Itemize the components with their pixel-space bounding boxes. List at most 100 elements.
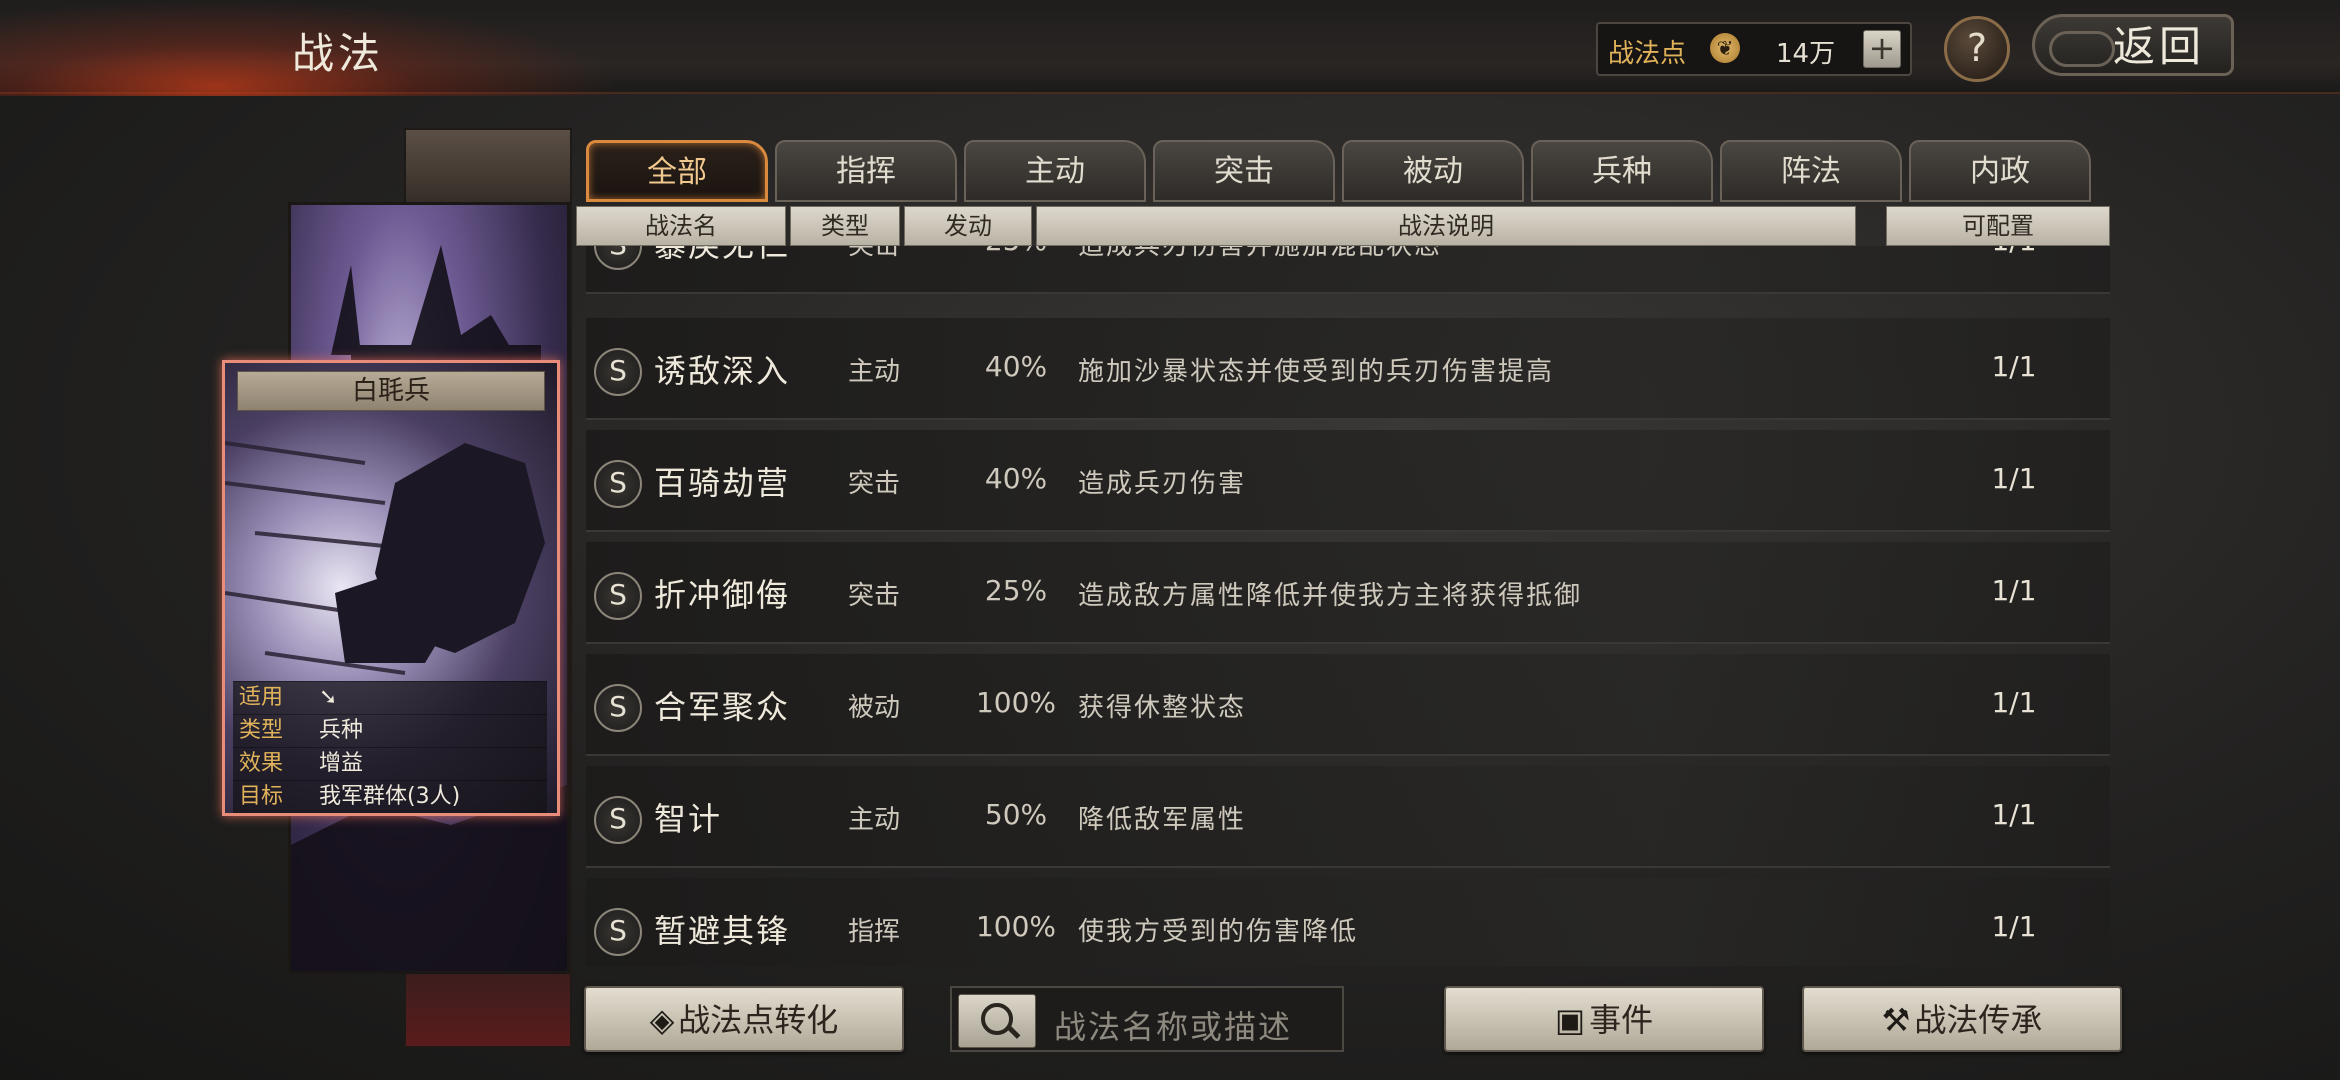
tactic-desc: 获得休整状态 (1078, 693, 1247, 723)
cavalry-art (225, 441, 545, 675)
search-input[interactable]: 战法名称或描述 (950, 986, 1344, 1052)
tactic-rate: 40% (984, 350, 1048, 383)
tactic-config: 1/1 (1991, 574, 2037, 607)
tactic-points-label: 战法点 (1608, 39, 1687, 69)
info-value: 增益 (319, 751, 364, 776)
search-icon[interactable] (958, 994, 1036, 1048)
table-row[interactable]: S 合军聚众 被动 100% 获得休整状态 1/1 (586, 654, 2110, 756)
selected-tactic-card[interactable]: 白毦兵 适用 ➘ 类型 兵种 效果 增益 目标 我军群体(3人) (222, 360, 560, 816)
tactic-type: 指挥 (848, 917, 901, 947)
table-row[interactable]: S 诱敌深入 主动 40% 施加沙暴状态并使受到的兵刃伤害提高 1/1 (586, 318, 2110, 420)
back-button[interactable]: 返回 (2032, 14, 2234, 76)
tactic-name: 暂避其锋 (654, 912, 791, 950)
tactic-type: 主动 (848, 805, 901, 835)
header-rate[interactable]: 发动 (904, 206, 1032, 246)
tactic-type: 突击 (848, 581, 901, 611)
card-info-row: 效果 增益 (233, 747, 547, 780)
tactic-type: 主动 (848, 357, 901, 387)
tactic-desc: 造成敌方属性降低并使我方主将获得抵御 (1078, 581, 1583, 611)
tactic-desc: 造成兵刃伤害 (1078, 469, 1247, 499)
tactic-points-value: 14万 (1776, 39, 1836, 69)
info-key: 类型 (239, 718, 284, 743)
search-placeholder: 战法名称或描述 (1054, 1008, 1293, 1046)
tactic-config: 1/1 (1991, 350, 2037, 383)
tactic-rate: 50% (984, 798, 1048, 831)
grade-badge: S (594, 348, 642, 396)
add-points-button[interactable]: + (1863, 30, 1901, 68)
grade-badge: S (594, 246, 642, 270)
table-header: 战法名 类型 发动 战法说明 可配置 (576, 206, 2110, 246)
card-info-row: 类型 兵种 (233, 714, 547, 747)
events-label: 事件 (1589, 1001, 1654, 1039)
hammer-icon: ⚒ (1881, 1001, 1911, 1039)
tactics-list[interactable]: S 暴戾无仁 突击 25% 造成兵刃伤害并施加混乱状态 1/1 S 诱敌深入 主… (586, 246, 2110, 966)
tactic-desc: 造成兵刃伤害并施加混乱状态 (1078, 246, 1443, 261)
tactic-rate: 100% (975, 686, 1057, 719)
back-label: 返回 (2112, 22, 2205, 71)
tab-passive[interactable]: 被动 (1342, 140, 1524, 202)
header-configurable[interactable]: 可配置 (1886, 206, 2110, 246)
tactic-config: 1/1 (1991, 686, 2037, 719)
tactic-name: 诱敌深入 (654, 352, 791, 390)
scroll-icon: ▣ (1554, 1001, 1586, 1039)
table-row[interactable]: S 百骑劫营 突击 40% 造成兵刃伤害 1/1 (586, 430, 2110, 532)
table-row[interactable]: S 暴戾无仁 突击 25% 造成兵刃伤害并施加混乱状态 1/1 (586, 246, 2110, 294)
info-key: 适用 (239, 685, 284, 710)
tab-active[interactable]: 主动 (964, 140, 1146, 202)
tactic-name: 百骑劫营 (654, 464, 791, 502)
card-name: 白毦兵 (237, 371, 545, 411)
tab-troop[interactable]: 兵种 (1531, 140, 1713, 202)
top-bar: 战法 战法点 ❦ 14万 + ? 返回 (0, 0, 2340, 96)
tactic-type: 被动 (848, 693, 901, 723)
grade-badge: S (594, 908, 642, 956)
back-swirl-icon (2049, 31, 2115, 67)
tactic-rate: 100% (975, 910, 1057, 943)
header-desc: 战法说明 (1036, 206, 1856, 246)
card-info-row: 适用 ➘ (233, 681, 547, 714)
fire-icon: ◈ (649, 1001, 675, 1039)
tactic-name: 折冲御侮 (654, 576, 791, 614)
tactic-name: 合军聚众 (654, 688, 791, 726)
tactic-points-icon: ❦ (1710, 33, 1740, 63)
header-name[interactable]: 战法名 (576, 206, 786, 246)
grade-badge: S (594, 572, 642, 620)
card-info-row: 目标 我军群体(3人) (233, 780, 547, 813)
tactic-desc: 降低敌军属性 (1078, 805, 1247, 835)
grade-badge: S (594, 460, 642, 508)
tactic-config: 1/1 (1964, 246, 2064, 257)
tab-assault[interactable]: 突击 (1153, 140, 1335, 202)
tactic-config: 1/1 (1991, 462, 2037, 495)
tab-formation[interactable]: 阵法 (1720, 140, 1902, 202)
table-row[interactable]: S 折冲御侮 突击 25% 造成敌方属性降低并使我方主将获得抵御 1/1 (586, 542, 2110, 644)
tactic-name: 暴戾无仁 (654, 246, 790, 266)
tactic-rate: 40% (984, 462, 1048, 495)
tab-all[interactable]: 全部 (586, 140, 768, 202)
header-type[interactable]: 类型 (790, 206, 900, 246)
card-info-table: 适用 ➘ 类型 兵种 效果 增益 目标 我军群体(3人) (233, 681, 547, 813)
tab-command[interactable]: 指挥 (775, 140, 957, 202)
cavalry-type-icon: ➘ (319, 685, 338, 710)
help-button[interactable]: ? (1944, 16, 2010, 82)
info-value: 我军群体(3人) (319, 784, 461, 809)
convert-points-button[interactable]: ◈ 战法点转化 (584, 986, 904, 1052)
tab-internal[interactable]: 内政 (1909, 140, 2091, 202)
page-title: 战法 (292, 29, 385, 78)
convert-label: 战法点转化 (678, 1001, 839, 1039)
table-row[interactable]: S 智计 主动 50% 降低敌军属性 1/1 (586, 766, 2110, 868)
inherit-tactic-button[interactable]: ⚒ 战法传承 (1802, 986, 2122, 1052)
table-row[interactable]: S 暂避其锋 指挥 100% 使我方受到的伤害降低 1/1 (586, 878, 2110, 966)
info-key: 目标 (239, 784, 284, 809)
tactic-config: 1/1 (1991, 798, 2037, 831)
grade-badge: S (594, 796, 642, 844)
tactic-rate: 25% (984, 574, 1048, 607)
events-button[interactable]: ▣ 事件 (1444, 986, 1764, 1052)
tactic-desc: 施加沙暴状态并使受到的兵刃伤害提高 (1078, 357, 1555, 387)
info-value: 兵种 (319, 718, 364, 743)
grade-badge: S (594, 684, 642, 732)
tactic-config: 1/1 (1991, 910, 2037, 943)
tactic-rate: 25% (966, 246, 1066, 257)
tactic-name: 智计 (654, 800, 723, 838)
tactic-type: 突击 (848, 469, 901, 499)
category-tabs: 全部 指挥 主动 突击 被动 兵种 阵法 内政 (586, 140, 2094, 204)
info-key: 效果 (239, 751, 284, 776)
